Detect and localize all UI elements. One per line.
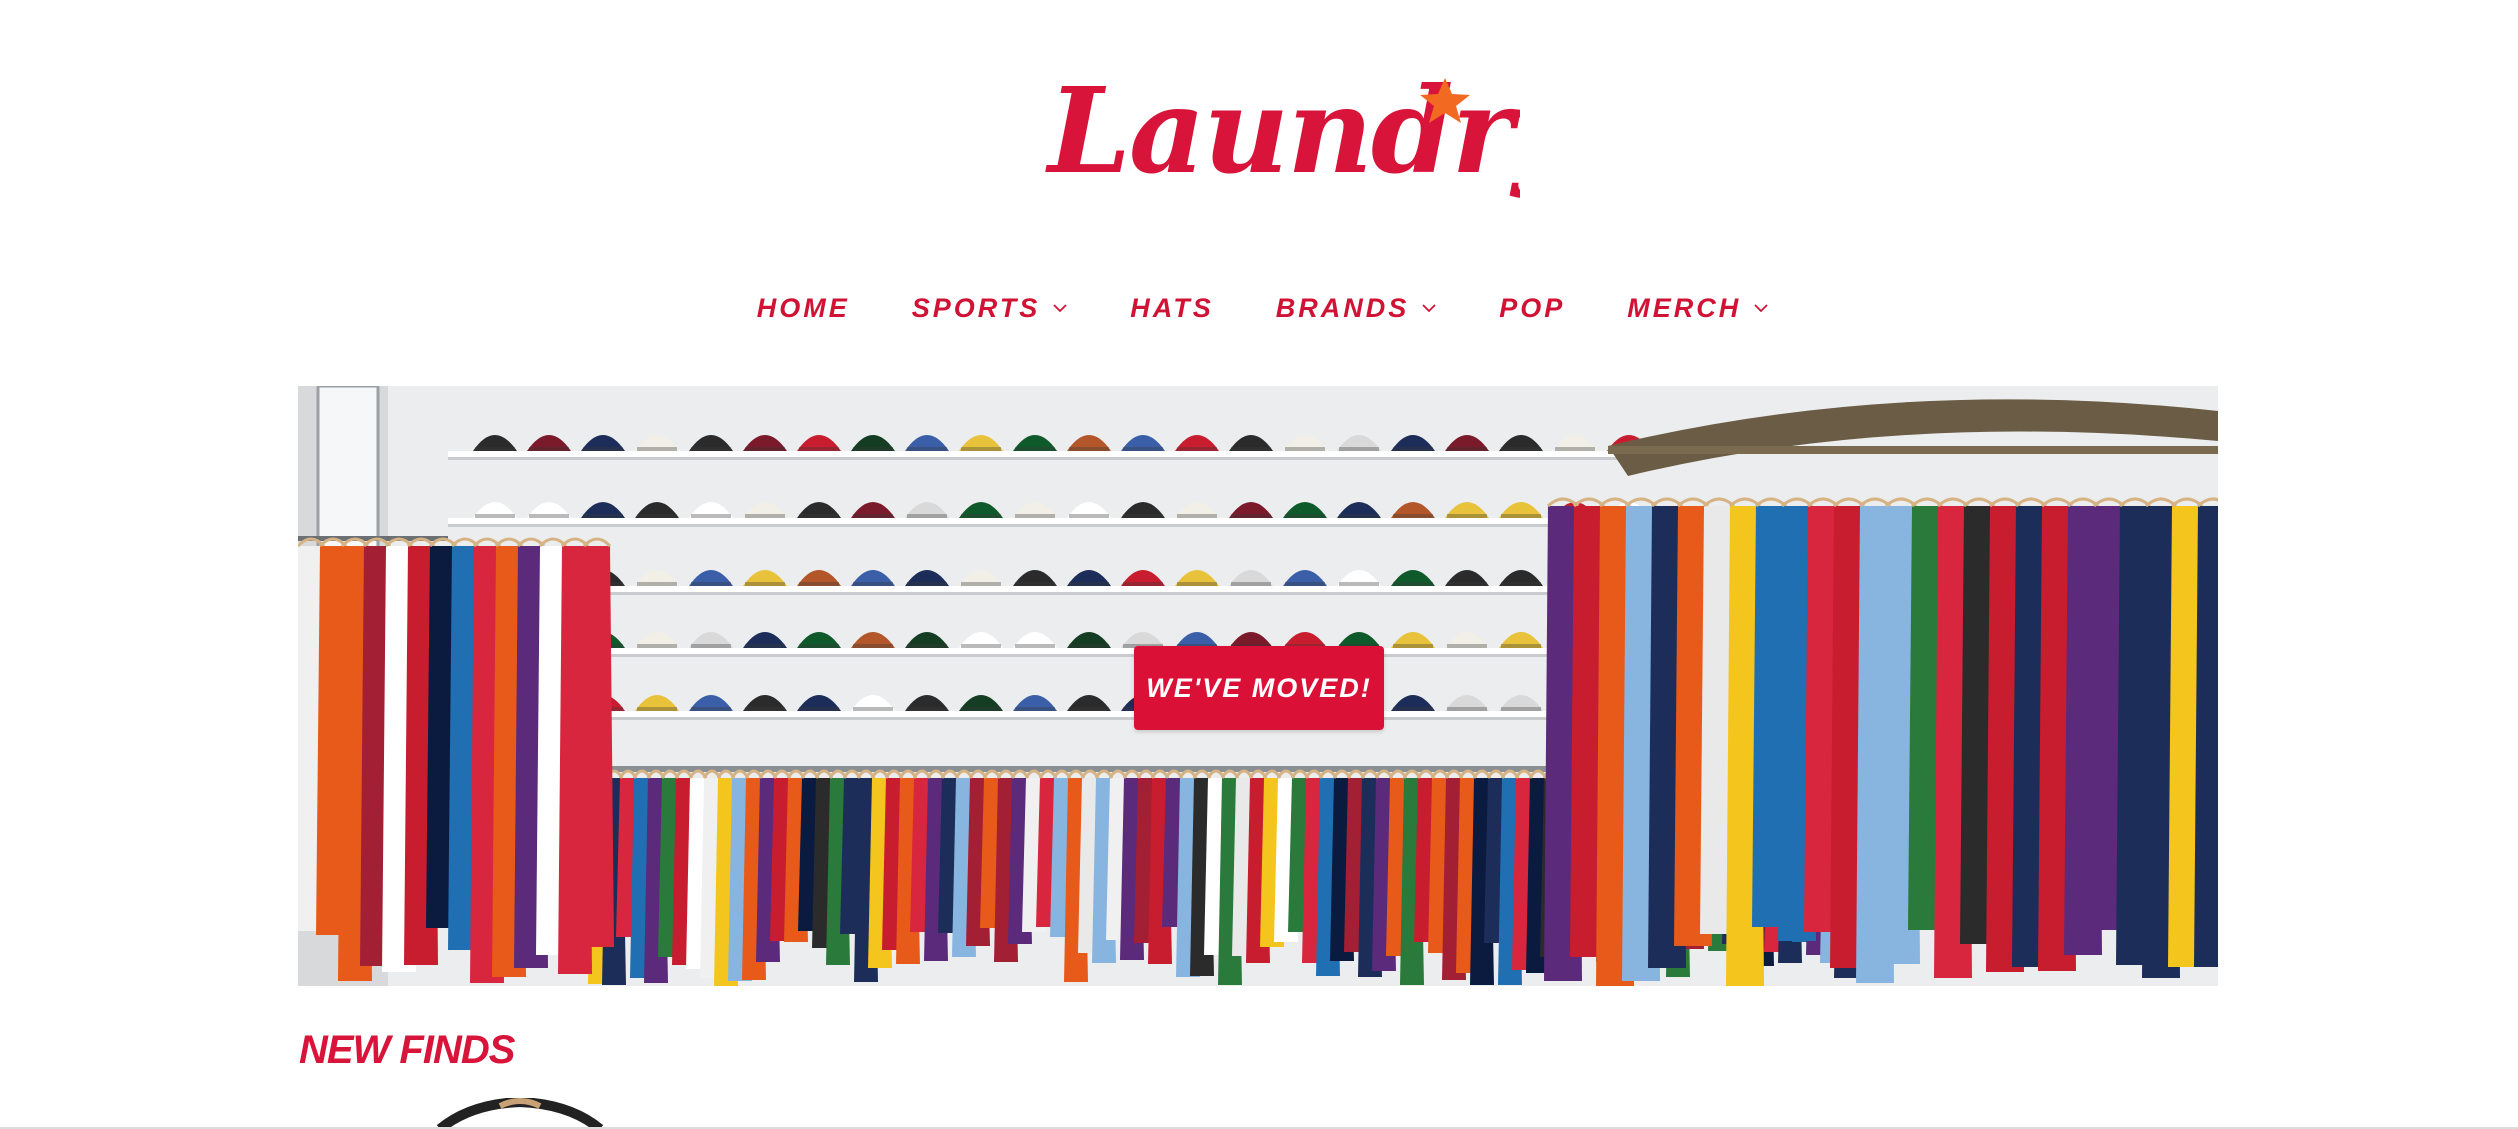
new-finds-heading: NEW FINDS <box>299 1028 515 1072</box>
nav-item-brands[interactable]: BRANDS <box>1276 293 1438 324</box>
page: Laundry HOME SPORTS HATS BRANDS POP MERC… <box>0 0 2518 1129</box>
shirt-rack-right <box>1544 497 2218 986</box>
nav-label-pop: POP <box>1499 292 1566 323</box>
chevron-down-icon <box>1421 302 1437 314</box>
nav-label-brands: BRANDS <box>1275 292 1410 323</box>
nav-label-merch: MERCH <box>1627 292 1742 323</box>
main-navigation: HOME SPORTS HATS BRANDS POP MERCH <box>0 278 2518 338</box>
laundry-logo[interactable]: Laundry <box>1040 60 1520 210</box>
nav-label-home: HOME <box>756 292 850 323</box>
nav-item-merch[interactable]: MERCH <box>1627 293 1769 324</box>
product-thumbnail-peek[interactable] <box>430 1098 610 1129</box>
nav-label-hats: HATS <box>1130 292 1214 323</box>
chevron-down-icon <box>1753 302 1769 314</box>
weve-moved-button[interactable]: WE'VE MOVED! <box>1134 646 1384 730</box>
hanger-icon <box>436 1098 604 1129</box>
nav-item-pop[interactable]: POP <box>1499 293 1565 324</box>
chevron-down-icon <box>1052 302 1068 314</box>
shirt-rack-left <box>298 537 614 983</box>
logo-graphic: Laundry <box>1045 61 1520 200</box>
logo-text: Laundry <box>1045 61 1520 200</box>
nav-item-home[interactable]: HOME <box>757 293 850 324</box>
nav-label-sports: SPORTS <box>911 292 1041 323</box>
hero-banner: WE'VE MOVED! <box>298 386 2218 986</box>
nav-item-sports[interactable]: SPORTS <box>912 293 1069 324</box>
nav-item-hats[interactable]: HATS <box>1130 293 1214 324</box>
